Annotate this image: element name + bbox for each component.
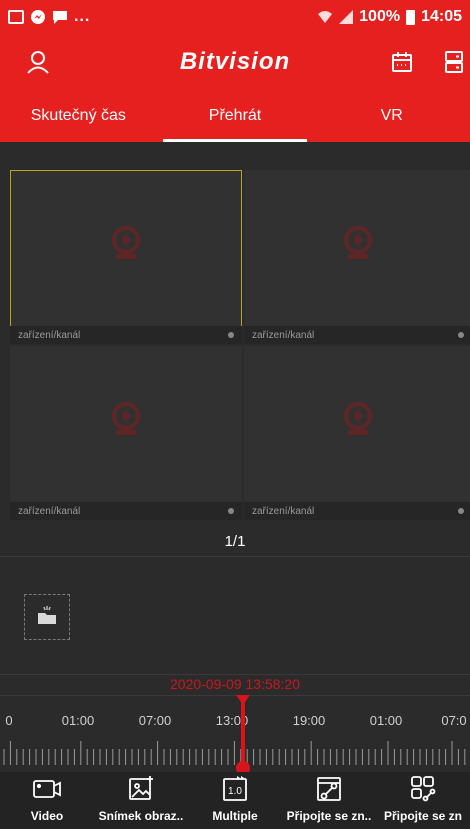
cell-footer: zařízení/kanál bbox=[10, 502, 242, 520]
signal-icon bbox=[339, 10, 354, 24]
speed-button[interactable]: 1.0 Multiple bbox=[188, 772, 282, 829]
clock: 14:05 bbox=[421, 8, 462, 25]
time-label: 01:00 bbox=[61, 713, 95, 728]
messenger-icon bbox=[31, 10, 45, 24]
camera-placeholder-icon bbox=[344, 402, 372, 436]
wifi-icon bbox=[318, 11, 333, 23]
time-label: 07:0 bbox=[441, 713, 467, 728]
connect-all-button[interactable]: Připojte se zn bbox=[376, 772, 470, 829]
calendar-button[interactable] bbox=[386, 46, 418, 78]
profile-button[interactable] bbox=[22, 46, 54, 78]
video-cell-2[interactable]: zařízení/kanál bbox=[244, 170, 470, 344]
video-button[interactable]: Video bbox=[0, 772, 94, 829]
cell-footer: zařízení/kanál bbox=[244, 502, 470, 520]
speed-value: 1.0 bbox=[228, 786, 242, 797]
multi-link-icon bbox=[411, 776, 436, 802]
timeline-marker[interactable] bbox=[241, 695, 245, 765]
app-header: Bitvision bbox=[0, 34, 470, 90]
tool-label: Multiple bbox=[212, 809, 258, 823]
device-list-icon bbox=[445, 51, 463, 73]
person-icon bbox=[27, 51, 49, 74]
record-folder-button[interactable] bbox=[24, 594, 70, 640]
tool-label: Připojte se zn.. bbox=[286, 809, 372, 823]
camera-placeholder-icon bbox=[344, 226, 372, 260]
snapshot-icon bbox=[129, 776, 153, 800]
cell-label: zařízení/kanál bbox=[18, 329, 81, 341]
divider bbox=[0, 556, 470, 557]
status-dot bbox=[228, 332, 234, 338]
device-list-button[interactable] bbox=[438, 46, 470, 78]
time-label: 07:00 bbox=[138, 713, 172, 728]
video-cell-3[interactable]: zařízení/kanál bbox=[10, 346, 242, 520]
status-dot bbox=[458, 508, 464, 514]
status-dot bbox=[228, 508, 234, 514]
cell-footer: zařízení/kanál bbox=[244, 326, 470, 344]
gallery-icon bbox=[8, 10, 24, 24]
app-title: Bitvision bbox=[179, 48, 291, 75]
link-icon bbox=[317, 777, 341, 801]
tab-live[interactable]: Skutečný čas bbox=[0, 90, 157, 142]
divider bbox=[0, 674, 470, 675]
tab-label: VR bbox=[380, 107, 403, 124]
speed-icon: 1.0 bbox=[223, 776, 247, 801]
calendar-icon bbox=[392, 52, 412, 72]
battery-icon bbox=[406, 9, 416, 25]
folder-icon bbox=[38, 606, 56, 624]
connect-button[interactable]: Připojte se zn.. bbox=[282, 772, 376, 829]
tab-vr[interactable]: VR bbox=[313, 90, 470, 142]
chat-icon bbox=[53, 11, 67, 24]
tool-label: Snímek obraz.. bbox=[98, 809, 184, 823]
status-bar: ... 100% 14:05 bbox=[0, 0, 470, 34]
timeline-ticks bbox=[3, 741, 466, 765]
timeline-labels: 0 01:00 07:00 13:00 19:00 01:00 07:0 bbox=[0, 713, 470, 733]
cell-label: zařízení/kanál bbox=[18, 505, 81, 517]
system-status: 100% 14:05 bbox=[317, 8, 462, 26]
tab-label: Přehrát bbox=[208, 107, 262, 124]
cell-label: zařízení/kanál bbox=[252, 329, 315, 341]
tab-bar: Skutečný čas Přehrát VR bbox=[0, 90, 470, 142]
snapshot-button[interactable]: Snímek obraz.. bbox=[94, 772, 188, 829]
playback-datetime: 2020-09-09 13:58:20 bbox=[170, 676, 300, 692]
video-camera-icon bbox=[33, 780, 61, 798]
battery-percent: 100% bbox=[359, 8, 401, 25]
tool-label: Video bbox=[30, 809, 64, 823]
time-label: 01:00 bbox=[369, 713, 403, 728]
tab-playback[interactable]: Přehrát bbox=[157, 90, 314, 142]
time-label: 0 bbox=[5, 713, 13, 728]
camera-placeholder-icon bbox=[112, 402, 140, 436]
video-grid: zařízení/kanál zařízení/kanál zařízení/k… bbox=[10, 170, 470, 520]
notification-icons: ... bbox=[8, 8, 90, 26]
cell-label: zařízení/kanál bbox=[252, 505, 315, 517]
divider bbox=[0, 695, 470, 696]
time-label: 19:00 bbox=[292, 713, 326, 728]
tool-label: Připojte se zn bbox=[383, 809, 463, 823]
video-cell-1[interactable]: zařízení/kanál bbox=[10, 170, 242, 344]
status-overflow: ... bbox=[74, 8, 91, 25]
bottom-toolbar: Video Snímek obraz.. 1.0 Multiple Připoj… bbox=[0, 772, 470, 829]
page-indicator: 1/1 bbox=[224, 533, 246, 550]
video-cell-4[interactable]: zařízení/kanál bbox=[244, 346, 470, 520]
cell-footer: zařízení/kanál bbox=[10, 326, 242, 344]
status-dot bbox=[458, 332, 464, 338]
camera-placeholder-icon bbox=[112, 226, 140, 260]
tab-label: Skutečný čas bbox=[30, 107, 126, 124]
